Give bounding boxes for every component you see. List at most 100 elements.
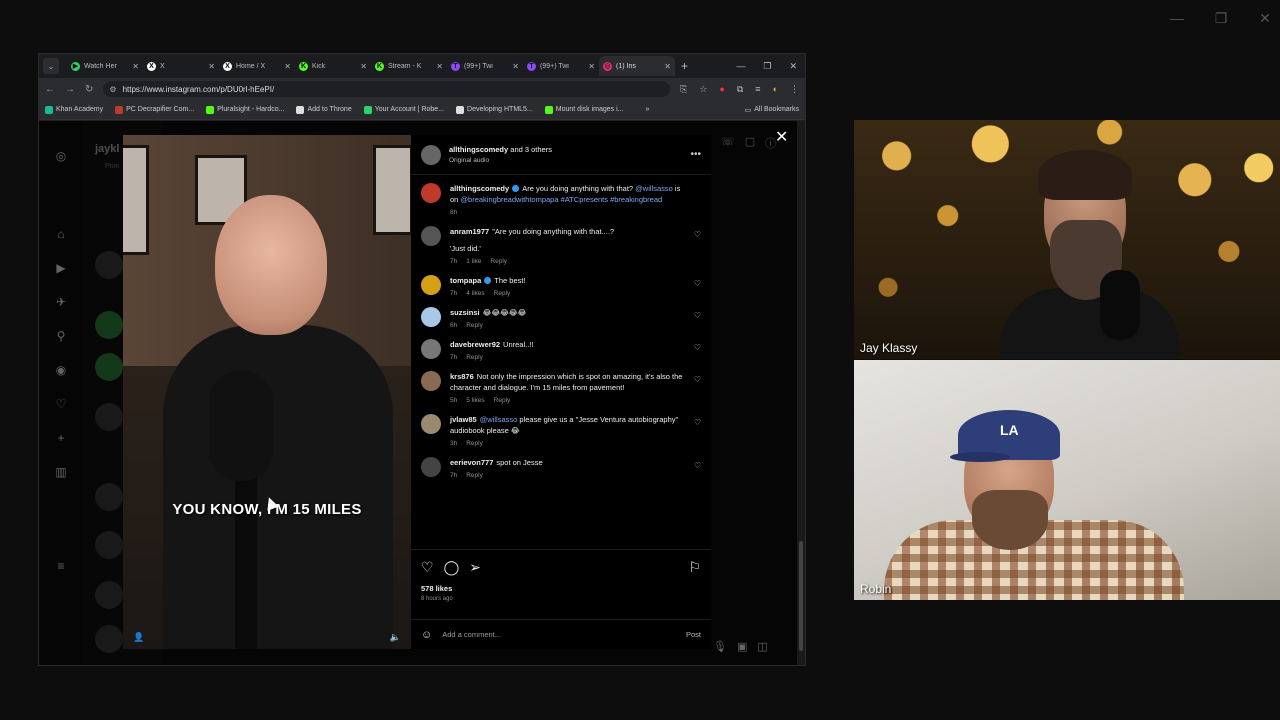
comment-like-icon[interactable]: ♡	[694, 343, 701, 352]
reply-button[interactable]: Reply	[466, 322, 483, 329]
comment-icon[interactable]: ◯	[444, 559, 460, 576]
outer-minimize-icon[interactable]: —	[1162, 10, 1192, 26]
url-field[interactable]: ⚙ https://www.instagram.com/p/DU0rl-hEeP…	[103, 81, 671, 97]
reply-button[interactable]: Reply	[466, 472, 483, 479]
reload-icon[interactable]: ↻	[85, 84, 93, 95]
more-options-icon[interactable]: •••	[690, 149, 701, 160]
like-icon[interactable]: ♡	[421, 559, 434, 576]
comment-username[interactable]: eerievon777	[450, 458, 493, 467]
reply-button[interactable]: Reply	[466, 440, 483, 447]
tab-close-icon[interactable]: ✕	[132, 62, 139, 71]
save-bookmark-icon[interactable]: ⚐	[688, 559, 701, 576]
reply-button[interactable]: Reply	[490, 258, 507, 265]
media-icon[interactable]: ≡	[755, 84, 760, 95]
avatar[interactable]	[421, 226, 441, 246]
tab-close-icon[interactable]: ✕	[360, 62, 367, 71]
bookmark-item[interactable]: Khan Academy	[45, 105, 103, 114]
avatar[interactable]	[421, 457, 441, 477]
scrollbar-thumb[interactable]	[799, 541, 803, 651]
cast-icon[interactable]: ⎘	[680, 84, 687, 95]
comment-likes[interactable]: 1 like	[466, 258, 481, 265]
page-scrollbar[interactable]	[797, 121, 805, 665]
avatar[interactable]	[421, 371, 441, 391]
back-icon[interactable]: ←	[45, 84, 55, 95]
comment-likes[interactable]: 5 likes	[466, 397, 484, 404]
tab-close-icon[interactable]: ✕	[588, 62, 595, 71]
comment-username[interactable]: suzsinsi	[450, 308, 480, 317]
extension-red-icon[interactable]: ●	[719, 84, 724, 95]
browser-tab[interactable]: T (99+) Twi ✕	[523, 56, 599, 76]
browser-tab[interactable]: ◎ (1) Ins ✕	[599, 56, 675, 76]
share-icon[interactable]: ➢	[469, 559, 481, 576]
comment-link[interactable]: @breakingbreadwithtompapa #ATCpresents #…	[460, 195, 662, 204]
avatar[interactable]	[421, 183, 441, 203]
bookmark-item[interactable]: Pluralsight - Hardco...	[206, 105, 284, 114]
bookmark-item[interactable]: Developing HTML5...	[456, 105, 533, 114]
bookmark-item[interactable]: PC Decrapifier Com...	[115, 105, 194, 114]
comment-like-icon[interactable]: ♡	[694, 311, 701, 320]
all-bookmarks[interactable]: ▭ All Bookmarks	[745, 106, 799, 114]
reel-video[interactable]: YOU KNOW, I'M 15 MILES 👤 🔈	[123, 135, 411, 649]
tab-close-icon[interactable]: ✕	[664, 62, 671, 71]
comment-like-icon[interactable]: ♡	[694, 375, 701, 384]
tab-search-dropdown-icon[interactable]: ⌄	[43, 58, 59, 74]
comment-like-icon[interactable]: ♡	[694, 230, 701, 239]
browser-tab[interactable]: K Kick ✕	[295, 56, 371, 76]
comment-link[interactable]: @willsasso	[480, 415, 518, 424]
comment-like-icon[interactable]: ♡	[694, 418, 701, 427]
comment-link[interactable]: @willsasso	[635, 184, 673, 193]
outer-restore-icon[interactable]: ❐	[1206, 10, 1236, 27]
post-audio[interactable]: Original audio	[449, 157, 682, 164]
sticker-icon[interactable]: ◫	[757, 640, 767, 653]
site-info-icon[interactable]: ⚙	[109, 85, 116, 94]
tab-close-icon[interactable]: ✕	[284, 62, 291, 71]
bookmark-item[interactable]: Your Account | Robe...	[363, 105, 444, 114]
browser-tab[interactable]: X Home / X ✕	[219, 56, 295, 76]
reply-button[interactable]: Reply	[466, 354, 483, 361]
avatar[interactable]	[421, 307, 441, 327]
close-modal-icon[interactable]: ✕	[775, 127, 788, 147]
browser-tab[interactable]: ▶ Watch Her ✕	[67, 56, 143, 76]
mic-icon[interactable]: 🎙	[713, 640, 727, 653]
likes-count[interactable]: 578 likes	[411, 576, 711, 593]
browser-tab[interactable]: K Stream - K ✕	[371, 56, 447, 76]
comment-username[interactable]: davebrewer92	[450, 340, 500, 349]
tab-close-icon[interactable]: ✕	[436, 62, 443, 71]
tagged-user-icon[interactable]: 👤	[133, 632, 144, 643]
comment-username[interactable]: jvlaw85	[450, 415, 477, 424]
tab-close-icon[interactable]: ✕	[208, 62, 215, 71]
tab-close-icon[interactable]: ✕	[512, 62, 519, 71]
outer-close-icon[interactable]: ✕	[1250, 10, 1280, 27]
menu-icon[interactable]: ⋮	[790, 84, 799, 95]
comment-like-icon[interactable]: ♡	[694, 279, 701, 288]
new-tab-icon[interactable]: +	[681, 59, 688, 73]
minimize-icon[interactable]: —	[736, 61, 745, 72]
bookmark-item[interactable]: Mount disk images i...	[544, 105, 623, 114]
comment-username[interactable]: anram1977	[450, 227, 489, 236]
post-button[interactable]: Post	[686, 630, 701, 639]
image-icon[interactable]: ▣	[737, 640, 747, 653]
browser-tab[interactable]: T (99+) Twi ✕	[447, 56, 523, 76]
comment-likes[interactable]: 4 likes	[466, 290, 484, 297]
comment-like-icon[interactable]: ♡	[694, 461, 701, 470]
browser-tab[interactable]: X X ✕	[143, 56, 219, 76]
emoji-icon[interactable]: ☺	[421, 629, 432, 641]
avatar[interactable]	[421, 414, 441, 434]
forward-icon[interactable]: →	[65, 84, 75, 95]
close-window-icon[interactable]: ✕	[789, 61, 797, 72]
avatar[interactable]	[421, 144, 441, 165]
star-icon[interactable]: ☆	[699, 84, 707, 95]
comment-input[interactable]	[442, 630, 676, 639]
mute-icon[interactable]: 🔈	[390, 632, 401, 643]
phone-icon[interactable]: ☏	[721, 135, 735, 151]
post-author[interactable]: allthingscomedy and 3 others	[449, 145, 682, 154]
avatar[interactable]	[421, 275, 441, 295]
bookmarks-overflow-icon[interactable]: »	[645, 106, 649, 113]
comment-username[interactable]: tompapa	[450, 276, 481, 285]
video-call-icon[interactable]: ▢	[745, 135, 755, 151]
reply-button[interactable]: Reply	[494, 397, 511, 404]
comment-username[interactable]: allthingscomedy	[450, 184, 509, 193]
restore-icon[interactable]: ❐	[763, 61, 771, 72]
comment-username[interactable]: krs876	[450, 372, 474, 381]
bookmark-item[interactable]: Add to Throne	[296, 105, 352, 114]
